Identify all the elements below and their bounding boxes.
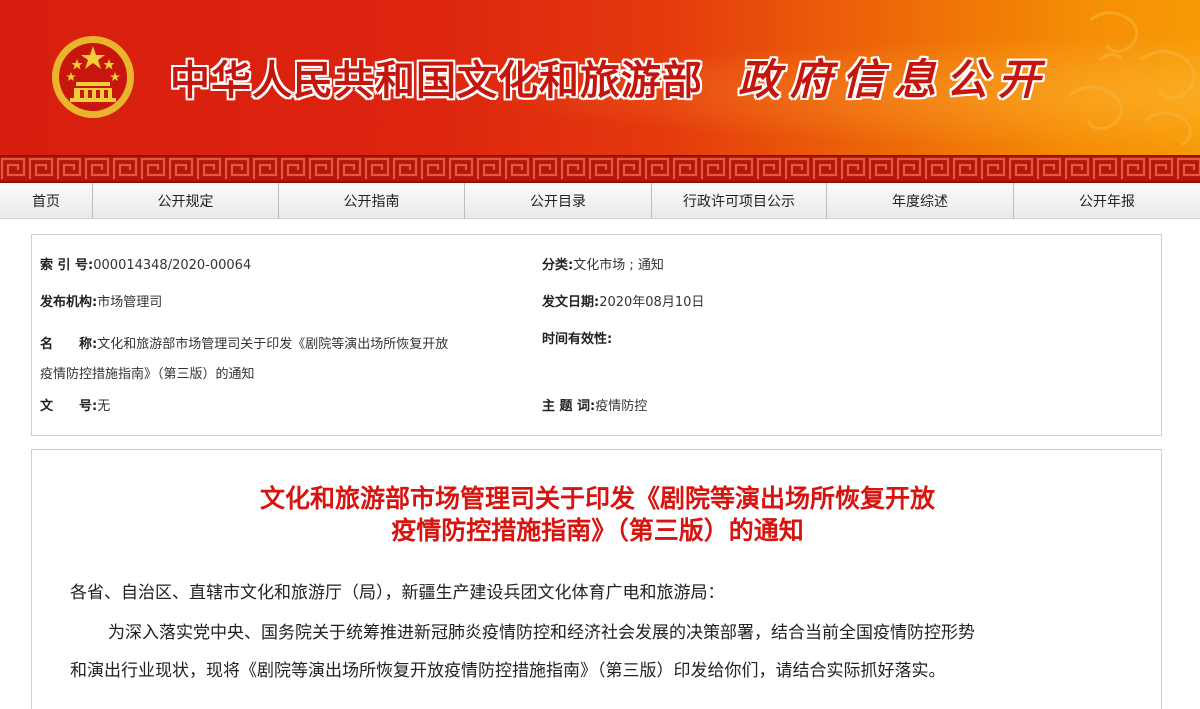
article-body: 文化和旅游部市场管理司关于印发《剧院等演出场所恢复开放 疫情防控措施指南》（第三… [31, 449, 1162, 709]
section-subtitle: 政府信息公开 [738, 55, 1051, 104]
nav-disclosure-rules[interactable]: 公开规定 [93, 183, 279, 219]
article-title-line2: 疫情防控措施指南》（第三版）的通知 [391, 516, 804, 545]
document-name-value-line1: 文化和旅游部市场管理司关于印发《剧院等演出场所恢复开放 [97, 337, 449, 352]
index-number-field: 索 引 号:000014348/2020-00064 [40, 256, 251, 276]
document-name-value-line2: 疫情防控措施指南》（第三版）的通知 [40, 367, 255, 382]
issue-date-label: 发文日期: [542, 295, 600, 310]
category-label: 分类: [542, 258, 574, 273]
nav-disclosure-guide[interactable]: 公开指南 [279, 183, 465, 219]
issue-date-field: 发文日期:2020年08月10日 [542, 293, 704, 313]
issuer-value: 市场管理司 [97, 295, 163, 310]
main-nav: 首页 公开规定 公开指南 公开目录 行政许可项目公示 年度综述 公开年报 [0, 183, 1200, 219]
category-field: 分类:文化市场 ; 通知 [542, 256, 664, 276]
validity-label: 时间有效性: [542, 332, 613, 347]
national-emblem-icon [52, 36, 134, 118]
issuer-label: 发布机构: [40, 295, 98, 310]
category-value: 文化市场 ; 通知 [573, 258, 664, 273]
nav-admin-license[interactable]: 行政许可项目公示 [652, 183, 827, 219]
index-number-label: 索 引 号: [40, 258, 94, 273]
document-number-value: 无 [97, 399, 111, 414]
subject-label: 主 题 词: [542, 399, 596, 414]
article-paragraph-line1: 为深入落实党中央、国务院关于统筹推进新冠肺炎疫情防控和经济社会发展的决策部署，结… [108, 623, 975, 643]
greek-key-strip-icon [0, 155, 1200, 183]
nav-home[interactable]: 首页 [0, 183, 93, 219]
issuer-field: 发布机构:市场管理司 [40, 293, 162, 313]
ministry-title: 中华人民共和国文化和旅游部 [170, 57, 703, 104]
article-paragraph-line2: 和演出行业现状，现将《剧院等演出场所恢复开放疫情防控措施指南》（第三版）印发给你… [70, 661, 946, 681]
document-name-field: 名 称:文化和旅游部市场管理司关于印发《剧院等演出场所恢复开放 疫情防控措施指南… [40, 330, 520, 390]
document-name-label: 名 称: [40, 337, 98, 352]
issue-date-value: 2020年08月10日 [599, 295, 705, 310]
article-title-line1: 文化和旅游部市场管理司关于印发《剧院等演出场所恢复开放 [259, 484, 935, 513]
article-salutation: 各省、自治区、直辖市文化和旅游厅（局），新疆生产建设兵团文化体育广电和旅游局： [70, 583, 725, 603]
index-number-value: 000014348/2020-00064 [93, 258, 252, 273]
nav-disclosure-catalog[interactable]: 公开目录 [465, 183, 652, 219]
validity-field: 时间有效性: [542, 330, 612, 350]
document-number-label: 文 号: [40, 399, 98, 414]
document-number-field: 文 号:无 [40, 397, 110, 417]
site-banner: 中华人民共和国文化和旅游部 政府信息公开 [0, 0, 1200, 155]
subject-field: 主 题 词:疫情防控 [542, 397, 647, 417]
nav-annual-report[interactable]: 公开年报 [1014, 183, 1200, 219]
nav-annual-summary[interactable]: 年度综述 [827, 183, 1014, 219]
document-info-box: 索 引 号:000014348/2020-00064 分类:文化市场 ; 通知 … [31, 234, 1162, 436]
subject-value: 疫情防控 [595, 399, 648, 414]
